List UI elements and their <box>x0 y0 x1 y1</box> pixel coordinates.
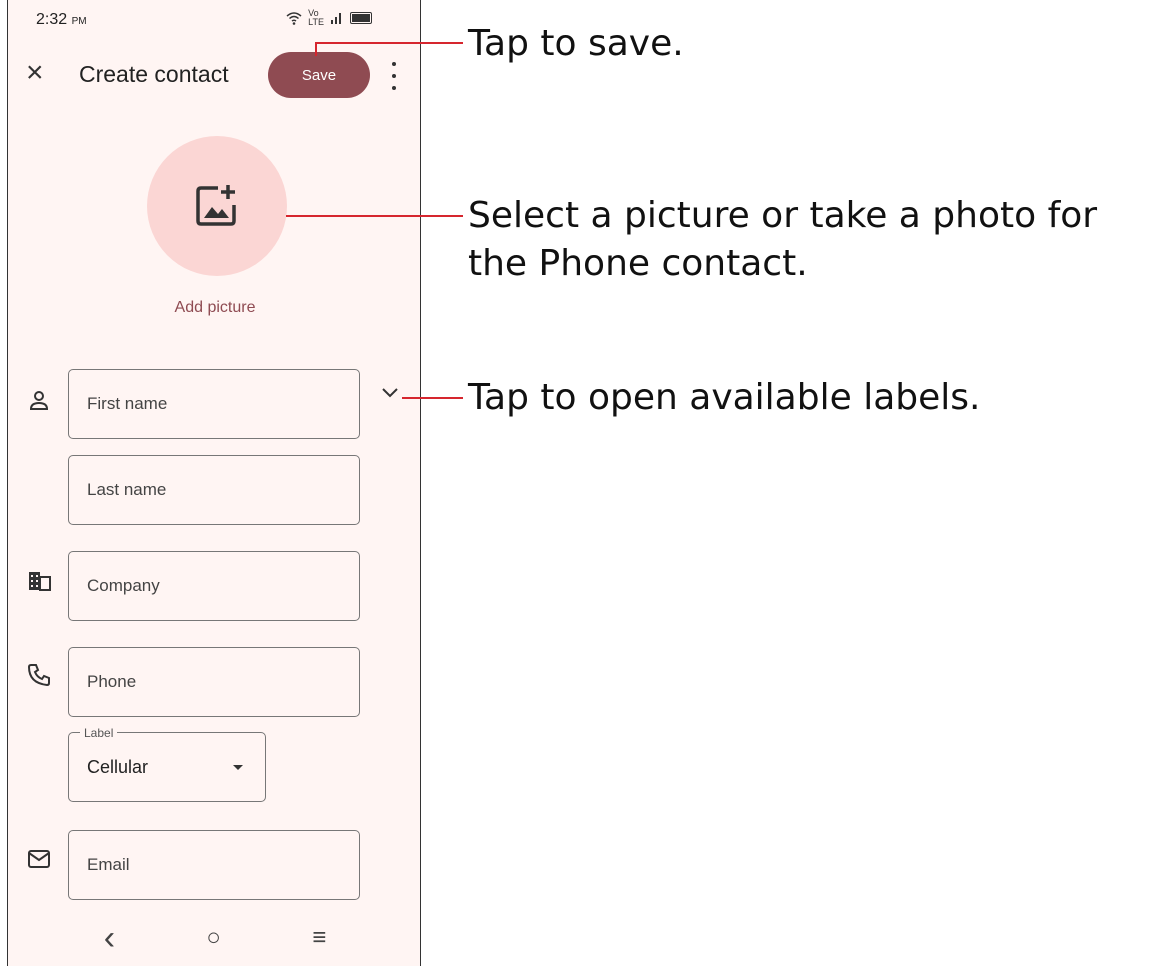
add-picture-label[interactable]: Add picture <box>8 299 420 317</box>
close-icon[interactable]: × <box>26 58 44 88</box>
page-title: Create contact <box>79 61 229 87</box>
first-name-field[interactable]: First name <box>68 369 360 439</box>
status-icons: Vo LTE <box>286 9 372 27</box>
wifi-icon <box>286 12 302 25</box>
chevron-down-icon[interactable] <box>380 385 400 399</box>
home-nav-icon[interactable]: ○ <box>206 924 221 952</box>
save-button[interactable]: Save <box>268 52 370 98</box>
labels-callout-line <box>402 397 463 399</box>
save-callout-text: Tap to save. <box>468 23 684 64</box>
signal-icon <box>331 13 341 24</box>
save-callout-line-vertical <box>315 42 317 56</box>
picture-callout-text: Select a picture or take a photo for the… <box>468 195 1098 284</box>
company-building-icon <box>29 572 51 591</box>
back-nav-icon[interactable]: ‹ <box>104 919 115 958</box>
person-icon <box>29 391 49 410</box>
phone-field[interactable]: Phone <box>68 647 360 717</box>
save-callout-line <box>315 42 463 44</box>
more-options-icon[interactable] <box>384 62 404 90</box>
lte-indicator: Vo LTE <box>308 8 324 27</box>
phone-icon <box>27 664 50 687</box>
company-field[interactable]: Company <box>68 551 360 621</box>
add-photo-icon <box>196 185 236 226</box>
labels-callout-text: Tap to open available labels. <box>468 377 981 418</box>
navigation-bar: ‹ ○ ≡ <box>8 910 420 966</box>
phone-label-caption: Label <box>80 726 118 740</box>
recents-nav-icon[interactable]: ≡ <box>312 924 326 952</box>
dropdown-arrow-icon <box>233 765 243 770</box>
email-field[interactable]: Email <box>68 830 360 900</box>
battery-icon <box>350 12 372 24</box>
status-time: 2:32 PM <box>36 11 87 28</box>
picture-callout-line <box>286 215 463 217</box>
last-name-field[interactable]: Last name <box>68 455 360 525</box>
add-picture-button[interactable] <box>147 136 287 276</box>
phone-screen: 2:32 PM Vo LTE × Create contact Save Add … <box>7 0 421 966</box>
email-icon <box>28 850 50 868</box>
